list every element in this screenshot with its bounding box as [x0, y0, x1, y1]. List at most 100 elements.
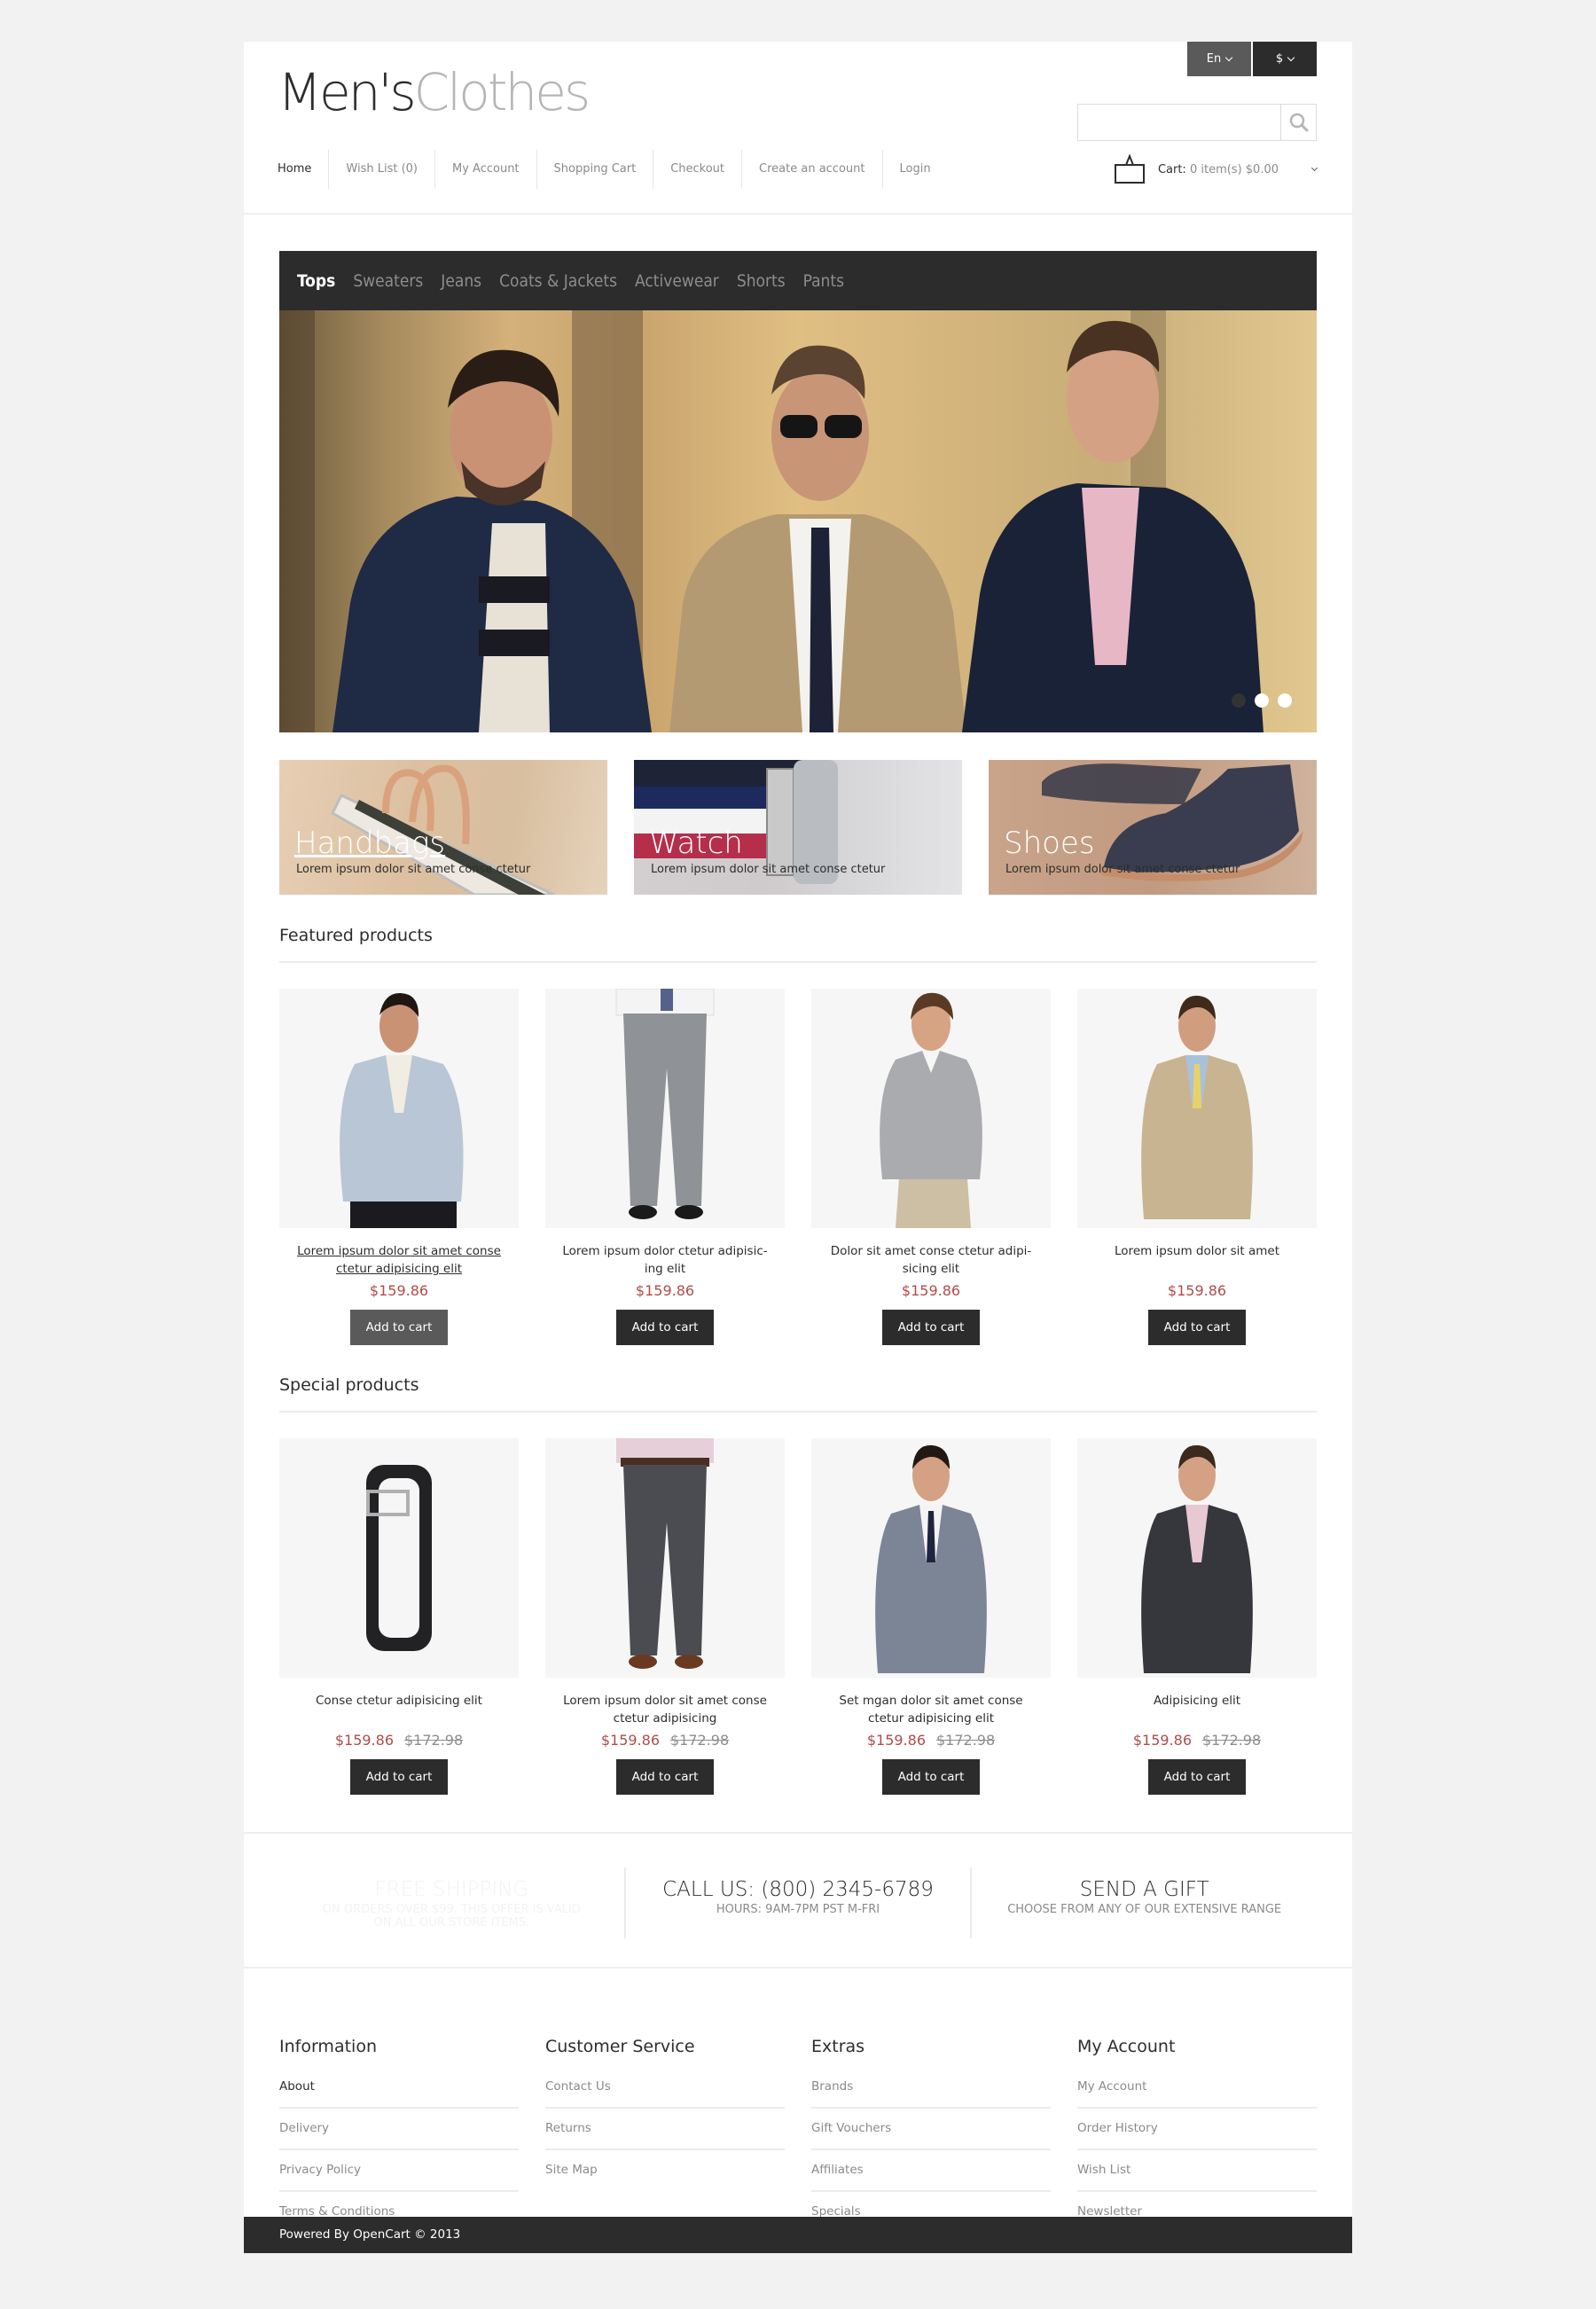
chevron-down-icon [1224, 53, 1233, 62]
search-button[interactable] [1280, 105, 1316, 140]
product-image[interactable] [545, 989, 785, 1228]
search-box [1077, 104, 1317, 141]
category-shorts[interactable]: Shorts [737, 271, 786, 291]
footer-link-about[interactable]: About [279, 2067, 519, 2109]
footer-link-returns[interactable]: Returns [545, 2109, 785, 2150]
search-icon [1289, 113, 1308, 132]
product-card: Lorem ipsum dolor sit amet conse ctetur … [545, 1438, 785, 1795]
product-price: $159.86 [1167, 1282, 1227, 1299]
product-name[interactable]: Lorem ipsum dolor sit amet [1077, 1242, 1317, 1278]
product-name[interactable]: Conse ctetur adipisicing elit [279, 1692, 519, 1727]
nav-login[interactable]: Login [881, 150, 948, 189]
footer-link-contact-us[interactable]: Contact Us [545, 2067, 785, 2109]
currency-dropdown[interactable]: $ [1253, 42, 1317, 76]
banner-subtitle: Lorem ipsum dolor sit amet conse ctetur [651, 863, 886, 876]
footer-heading: My Account [1077, 2037, 1176, 2056]
banner-watch[interactable]: Watch Lorem ipsum dolor sit amet conse c… [634, 760, 962, 895]
footer-link-wish-list[interactable]: Wish List [1077, 2150, 1317, 2192]
banner-shoes[interactable]: Shoes Lorem ipsum dolor sit amet conse c… [989, 760, 1317, 895]
old-price: $172.98 [670, 1732, 730, 1749]
product-price: $159.86 [369, 1282, 429, 1299]
slider-dot-1[interactable] [1232, 693, 1246, 708]
grey-trousers-image [615, 989, 715, 1219]
banner-title: Handbags [294, 826, 446, 861]
product-name[interactable]: Set mgan dolor sit amet conse ctetur adi… [811, 1692, 1051, 1727]
category-activewear[interactable]: Activewear [635, 271, 719, 291]
special-products-grid: Conse ctetur adipisicing elit $159.86 $17… [279, 1438, 1317, 1795]
info-strip: FREE SHIPPING ON ORDERS OVER $99. THIS O… [279, 1867, 1317, 1938]
old-price: $172.98 [936, 1732, 996, 1749]
product-name[interactable]: Adipisicing elit [1077, 1692, 1317, 1727]
nav-checkout[interactable]: Checkout [653, 150, 741, 189]
special-products-title: Special products [279, 1375, 419, 1395]
category-jeans[interactable]: Jeans [441, 271, 481, 291]
product-name[interactable]: Lorem ipsum dolor sit amet conse ctetur … [545, 1692, 785, 1727]
slider-dot-2[interactable] [1255, 693, 1269, 708]
sale-price: $159.86 [600, 1732, 660, 1749]
footer-link-order-history[interactable]: Order History [1077, 2109, 1317, 2150]
section-divider [244, 1967, 1352, 1969]
beige-suit-image [1141, 995, 1253, 1219]
product-name[interactable]: Lorem ipsum dolor ctetur adipisic-ing el… [545, 1242, 785, 1278]
add-to-cart-button[interactable]: Add to cart [349, 1310, 449, 1345]
product-image[interactable] [1077, 1438, 1317, 1678]
add-to-cart-button[interactable]: Add to cart [1147, 1310, 1247, 1345]
hero-slider[interactable] [279, 310, 1317, 732]
footer-link-privacy-policy[interactable]: Privacy Policy [279, 2150, 519, 2192]
search-input[interactable] [1078, 105, 1280, 140]
top-nav: Home Wish List (0) My Account Shopping C… [278, 150, 948, 189]
nav-create-account[interactable]: Create an account [741, 150, 881, 189]
info-heading: CALL US: (800) 2345-6789 [662, 1878, 934, 1901]
footer-heading: Information [279, 2037, 377, 2056]
logo[interactable]: Men'sClothes [278, 67, 591, 118]
product-name[interactable]: Lorem ipsum dolor sit amet conse ctetur … [279, 1242, 519, 1278]
nav-home[interactable]: Home [278, 150, 328, 189]
footer-link-gift-vouchers[interactable]: Gift Vouchers [811, 2109, 1051, 2150]
add-to-cart-button[interactable]: Add to cart [615, 1310, 715, 1345]
add-to-cart-button[interactable]: Add to cart [881, 1759, 981, 1795]
footer-link-site-map[interactable]: Site Map [545, 2150, 785, 2192]
add-to-cart-button[interactable]: Add to cart [1147, 1759, 1247, 1795]
cart-dropdown[interactable]: Cart: 0 item(s) $0.00 [1114, 153, 1318, 185]
product-card: Dolor sit amet conse ctetur adipi-sicing… [811, 989, 1051, 1345]
product-image[interactable] [545, 1438, 785, 1678]
banner-handbags[interactable]: Handbags Lorem ipsum dolor sit amet cons… [279, 760, 607, 895]
product-image[interactable] [811, 1438, 1051, 1678]
product-image[interactable] [279, 1438, 519, 1678]
old-price: $172.98 [1202, 1732, 1262, 1749]
footer-link-delivery[interactable]: Delivery [279, 2109, 519, 2150]
nav-wish-list[interactable]: Wish List (0) [328, 150, 434, 189]
category-menu: Tops Sweaters Jeans Coats & Jackets Acti… [279, 251, 1317, 310]
banner-subtitle: Lorem ipsum dolor sit amet conse ctetur [296, 863, 531, 876]
product-name[interactable]: Dolor sit amet conse ctetur adipi-sicing… [811, 1242, 1051, 1278]
cart-label: Cart: [1157, 162, 1186, 176]
product-image[interactable] [279, 989, 519, 1228]
footer-link-brands[interactable]: Brands [811, 2067, 1051, 2109]
currency-label: $ [1275, 52, 1284, 66]
product-image[interactable] [1077, 989, 1317, 1228]
sale-price: $159.86 [1132, 1732, 1192, 1749]
language-dropdown[interactable]: En [1187, 42, 1251, 76]
nav-shopping-cart[interactable]: Shopping Cart [536, 150, 653, 189]
footer-column-my-account: My Account My Account Order History Wish… [1077, 2037, 1317, 2234]
black-belt-image [366, 1465, 432, 1651]
product-card: Lorem ipsum dolor sit amet $159.86 Add t… [1077, 989, 1317, 1345]
footer-link-affiliates[interactable]: Affiliates [811, 2150, 1051, 2192]
info-subtext: CHOOSE FROM ANY OF OUR EXTENSIVE RANGE [1007, 1903, 1282, 1916]
nav-my-account[interactable]: My Account [434, 150, 536, 189]
sale-price: $159.86 [866, 1732, 926, 1749]
product-price: $159.86 [635, 1282, 695, 1299]
add-to-cart-button[interactable]: Add to cart [349, 1759, 449, 1795]
category-tops[interactable]: Tops [297, 271, 335, 291]
product-image[interactable] [811, 989, 1051, 1228]
grey-suit-image [875, 1444, 987, 1673]
section-divider [244, 1832, 1352, 1834]
category-sweaters[interactable]: Sweaters [353, 271, 423, 291]
slider-dot-3[interactable] [1278, 693, 1292, 708]
category-coats-jackets[interactable]: Coats & Jackets [499, 271, 617, 291]
add-to-cart-button[interactable]: Add to cart [615, 1759, 715, 1795]
category-pants[interactable]: Pants [803, 271, 844, 291]
slider-pagination [1232, 693, 1292, 708]
footer-link-my-account[interactable]: My Account [1077, 2067, 1317, 2109]
add-to-cart-button[interactable]: Add to cart [881, 1310, 981, 1345]
